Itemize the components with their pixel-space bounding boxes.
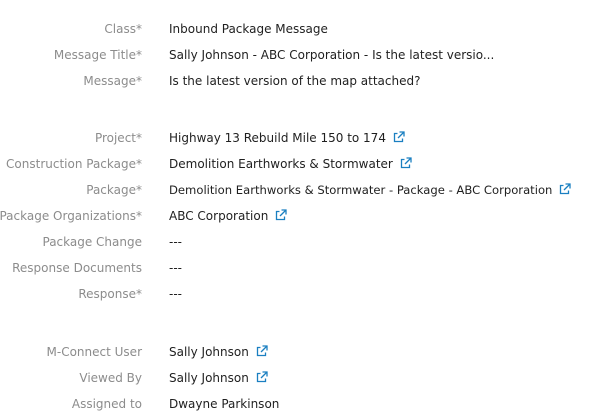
field-m-connect-user: M-Connect User Sally Johnson	[0, 341, 592, 363]
field-message-title: Message Title* Sally Johnson - ABC Corpo…	[0, 44, 592, 66]
field-value: Sally Johnson	[169, 345, 249, 359]
field-label: Package Change	[42, 235, 143, 249]
field-label: Package Organizations*	[0, 209, 142, 223]
field-package-organizations: Package Organizations* ABC Corporation	[0, 205, 592, 227]
field-value: Is the latest version of the map attache…	[169, 74, 421, 88]
field-package-change: Package Change ---	[0, 231, 592, 253]
field-viewed-by: Viewed By Sally Johnson	[0, 367, 592, 389]
field-label: Assigned to	[71, 397, 142, 411]
field-construction-package: Construction Package* Demolition Earthwo…	[0, 153, 592, 175]
field-label: Class*	[104, 22, 142, 36]
field-label: Message*	[83, 74, 142, 88]
field-value: ---	[169, 235, 182, 249]
field-value-wrap: ABC Corporation	[169, 205, 287, 227]
field-value: ---	[169, 261, 182, 275]
field-response-documents: Response Documents ---	[0, 257, 592, 279]
field-value: ABC Corporation	[169, 209, 269, 223]
field-value: Demolition Earthworks & Stormwater - Pac…	[169, 183, 553, 197]
field-response: Response* ---	[0, 283, 592, 305]
field-label: Viewed By	[79, 371, 142, 385]
field-class: Class* Inbound Package Message	[0, 18, 592, 40]
field-value: ---	[169, 287, 182, 301]
field-value-wrap: Sally Johnson	[169, 367, 268, 389]
field-value: Sally Johnson	[169, 371, 249, 385]
field-assigned-to: Assigned to Dwayne Parkinson	[0, 393, 592, 415]
external-link-icon[interactable]	[256, 371, 268, 383]
field-value: Inbound Package Message	[169, 22, 328, 36]
field-label: Response*	[78, 287, 142, 301]
field-message: Message* Is the latest version of the ma…	[0, 70, 592, 92]
field-value-wrap: Highway 13 Rebuild Mile 150 to 174	[169, 127, 405, 149]
external-link-icon[interactable]	[256, 345, 268, 357]
field-label: Construction Package*	[6, 157, 142, 171]
external-link-icon[interactable]	[400, 157, 412, 169]
field-label: Message Title*	[53, 48, 142, 62]
external-link-icon[interactable]	[559, 183, 572, 195]
field-value: Sally Johnson - ABC Corporation - Is the…	[169, 48, 495, 62]
field-project: Project* Highway 13 Rebuild Mile 150 to …	[0, 127, 592, 149]
field-label: Response Documents	[12, 261, 142, 275]
field-value-wrap: Demolition Earthworks & Stormwater - Pac…	[169, 179, 572, 201]
field-value: Highway 13 Rebuild Mile 150 to 174	[169, 131, 386, 145]
field-value: Dwayne Parkinson	[169, 397, 280, 411]
field-label: Package*	[86, 183, 142, 197]
field-value: Demolition Earthworks & Stormwater	[169, 157, 393, 171]
field-value-wrap: Demolition Earthworks & Stormwater	[169, 153, 412, 175]
external-link-icon[interactable]	[393, 131, 405, 143]
field-label: Project*	[94, 131, 142, 145]
field-value-wrap: Sally Johnson	[169, 341, 268, 363]
field-package: Package* Demolition Earthworks & Stormwa…	[0, 179, 592, 201]
field-label: M-Connect User	[46, 345, 142, 359]
external-link-icon[interactable]	[275, 209, 287, 221]
